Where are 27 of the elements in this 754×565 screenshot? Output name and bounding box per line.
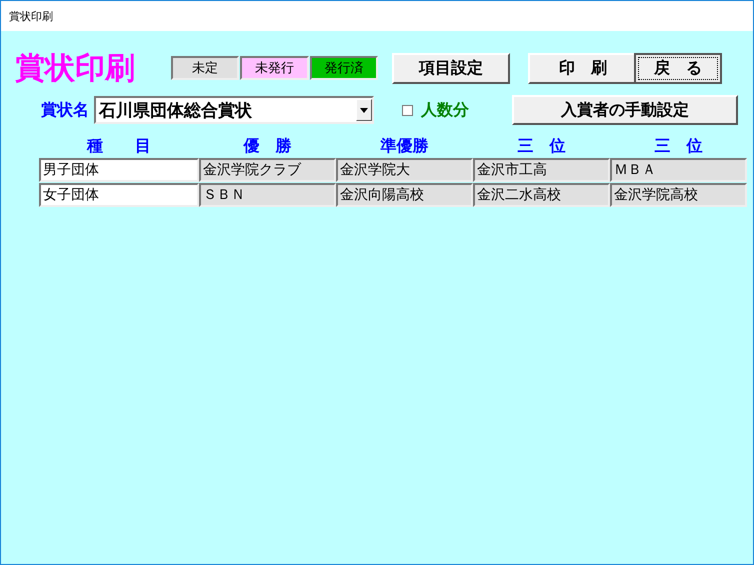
manual-winner-setup-button[interactable]: 入賞者の手動設定 bbox=[512, 95, 738, 125]
column-header: 準優勝 bbox=[380, 136, 430, 156]
page-heading: 賞状印刷 bbox=[15, 50, 136, 88]
headcount-label: 人数分 bbox=[421, 100, 470, 120]
table-cell: ＭＢＡ bbox=[610, 158, 747, 182]
table-cell: 男子団体 bbox=[39, 158, 199, 182]
award-name-dropdown[interactable]: 石川県団体総合賞状 bbox=[94, 96, 374, 124]
table-cell: 金沢市工高 bbox=[473, 158, 610, 182]
table-cell: ＳＢＮ bbox=[199, 183, 336, 207]
status-legend-chip: 発行済 bbox=[310, 56, 378, 80]
table-cell: 女子団体 bbox=[39, 183, 199, 207]
table-cell: 金沢二水高校 bbox=[473, 183, 610, 207]
table-cell: 金沢向陽高校 bbox=[336, 183, 473, 207]
column-header: 優 勝 bbox=[242, 136, 292, 156]
action-button[interactable]: 戻 る bbox=[634, 52, 722, 84]
column-header: 三 位 bbox=[516, 136, 566, 156]
table-cell: 金沢学院大 bbox=[336, 158, 473, 182]
headcount-checkbox[interactable] bbox=[402, 104, 413, 116]
status-legend-chip: 未定 bbox=[171, 56, 240, 80]
table-cell: 金沢学院クラブ bbox=[199, 158, 336, 182]
column-header: 三 位 bbox=[654, 136, 704, 156]
column-header: 種 目 bbox=[86, 136, 152, 156]
status-legend-chip: 未発行 bbox=[240, 56, 309, 80]
window-title: 賞状印刷 bbox=[9, 8, 53, 24]
table-cell: 金沢学院高校 bbox=[610, 183, 747, 207]
award-name-label: 賞状名 bbox=[41, 100, 90, 120]
action-button[interactable]: 項目設定 bbox=[392, 52, 510, 84]
